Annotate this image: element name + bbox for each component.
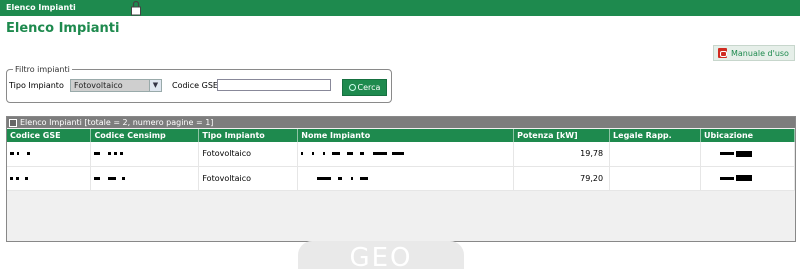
cell-tipo-impianto: Fotovoltaico (198, 166, 299, 191)
cell-legale-rapp (609, 142, 701, 167)
redacted-text (10, 176, 13, 180)
redacted-text (94, 152, 101, 156)
column-header[interactable]: Nome Impianto (297, 129, 515, 142)
tipo-impianto-select[interactable]: Fotovoltaico ▼ (70, 79, 162, 92)
cell-codice-gse[interactable] (7, 166, 92, 191)
cell-nome-impianto (297, 142, 515, 167)
cell-nome-impianto (297, 166, 515, 191)
cell-codice-censimp (90, 166, 200, 191)
redacted-text (108, 152, 112, 156)
redacted-text (312, 152, 315, 156)
redacted-text (719, 176, 734, 180)
cell-ubicazione (700, 166, 796, 191)
redacted-text (338, 176, 343, 180)
redacted-text (332, 152, 341, 156)
cell-codice-censimp (90, 142, 200, 167)
search-button[interactable]: Cerca (342, 79, 387, 96)
redacted-text (16, 176, 19, 180)
redacted-text (94, 176, 101, 180)
page-title: Elenco Impianti (6, 21, 120, 36)
watermark-logo: GEO (298, 241, 464, 269)
chevron-down-icon[interactable]: ▼ (149, 80, 161, 91)
redacted-text (114, 152, 118, 156)
window-title: Elenco Impianti (6, 3, 76, 12)
cell-ubicazione (700, 142, 796, 167)
redacted-text (301, 152, 304, 156)
results-table: Codice GSE Codice Censimp Tipo Impianto … (7, 129, 796, 191)
redacted-text (719, 152, 734, 156)
column-header[interactable]: Legale Rapp. (609, 129, 701, 142)
column-header[interactable]: Potenza [kW] (513, 129, 611, 142)
column-header[interactable]: Ubicazione (700, 129, 796, 142)
cell-potenza: 79,20 (513, 166, 611, 191)
results-panel: Elenco Impianti [totale = 2, numero pagi… (6, 116, 796, 242)
redacted-text (17, 152, 19, 156)
redacted-text (360, 152, 365, 156)
manual-button[interactable]: Manuale d'uso (713, 45, 795, 61)
redacted-text (360, 176, 369, 180)
redacted-text (27, 152, 30, 156)
search-icon (348, 84, 356, 91)
column-header[interactable]: Tipo Impianto (198, 129, 299, 142)
search-button-label: Cerca (357, 83, 381, 92)
codice-gse-input[interactable] (217, 79, 331, 91)
redacted-text (347, 152, 354, 156)
results-title: Elenco Impianti [totale = 2, numero pagi… (20, 118, 214, 127)
table-row[interactable]: Fotovoltaico 19,78 (7, 142, 796, 167)
redacted-text (108, 176, 117, 180)
tipo-impianto-label: Tipo Impianto (9, 81, 64, 90)
manual-button-label: Manuale d'uso (730, 48, 790, 58)
table-row[interactable]: Fotovoltaico 79,20 (7, 166, 796, 191)
filter-legend: Filtro impianti (15, 65, 70, 74)
cell-codice-gse[interactable] (7, 142, 92, 167)
grid-icon (9, 118, 17, 127)
redacted-text (735, 150, 752, 157)
tipo-impianto-value: Fotovoltaico (74, 81, 123, 90)
cell-potenza: 19,78 (513, 142, 611, 167)
redacted-text (735, 175, 752, 181)
redacted-text (373, 152, 388, 156)
redacted-text (10, 152, 14, 156)
redacted-text (392, 152, 405, 156)
column-header[interactable]: Codice Censimp (90, 129, 200, 142)
padlock-icon (131, 0, 141, 16)
cell-tipo-impianto: Fotovoltaico (198, 142, 299, 167)
table-header-row: Codice GSE Codice Censimp Tipo Impianto … (7, 129, 796, 142)
redacted-text (323, 152, 326, 156)
redacted-text (120, 152, 124, 156)
codice-gse-label: Codice GSE (172, 81, 218, 90)
pdf-icon (718, 48, 727, 58)
top-bar: Elenco Impianti (0, 0, 800, 16)
cell-legale-rapp (609, 166, 701, 191)
redacted-text (317, 176, 332, 180)
column-header[interactable]: Codice GSE (7, 129, 92, 142)
redacted-text (351, 176, 354, 180)
redacted-text (25, 176, 28, 180)
results-header: Elenco Impianti [totale = 2, numero pagi… (7, 117, 795, 128)
redacted-text (122, 176, 126, 180)
